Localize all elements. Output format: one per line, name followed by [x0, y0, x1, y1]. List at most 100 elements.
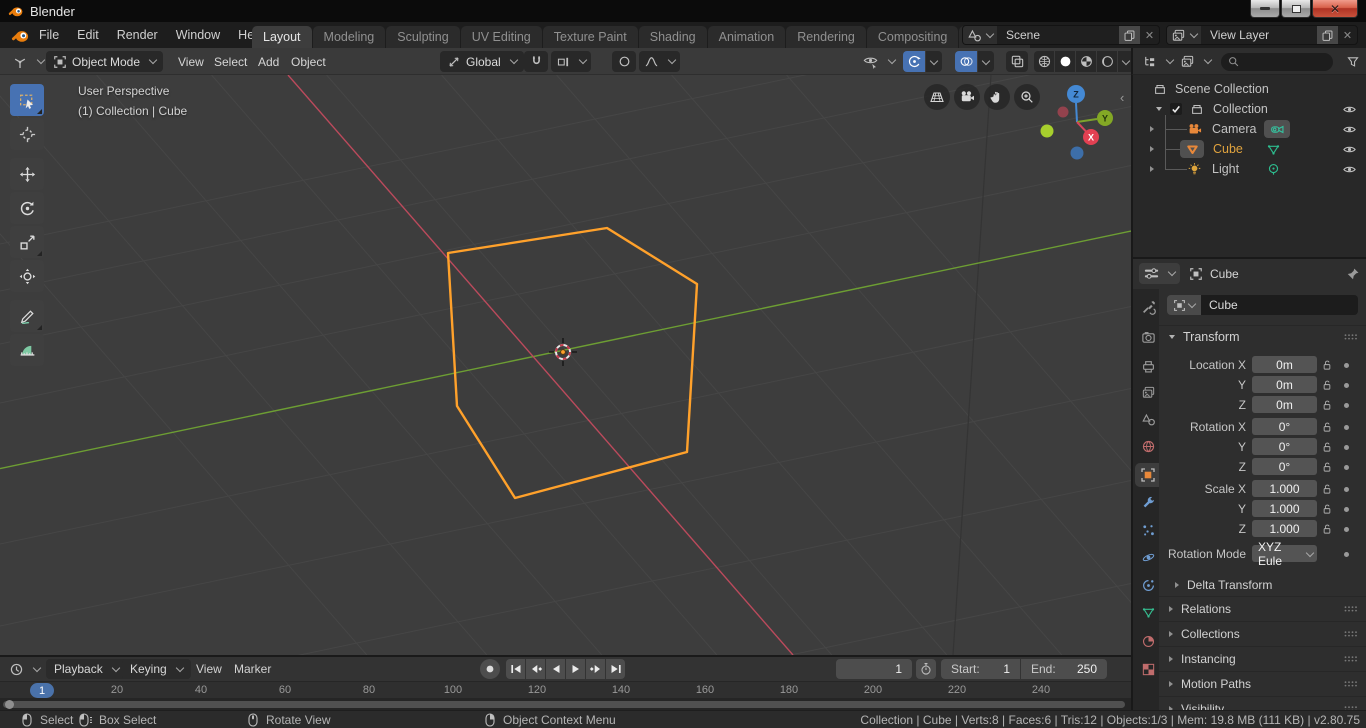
view-layer-name[interactable]: View Layer: [1201, 26, 1317, 44]
object-name-field[interactable]: Cube: [1201, 295, 1358, 315]
outliner-panel[interactable]: Scene Collection Collection Camera Cube: [1131, 75, 1366, 257]
tab-object[interactable]: [1135, 463, 1161, 487]
animate-dot[interactable]: [1344, 362, 1349, 368]
tab-texture-paint[interactable]: Texture Paint: [542, 26, 638, 48]
minimize-button[interactable]: [1250, 0, 1280, 18]
playback-menu[interactable]: Playback: [46, 659, 127, 679]
animate-dot[interactable]: [1344, 402, 1349, 408]
xray-toggle[interactable]: [1006, 51, 1028, 72]
timeline-scrollbar[interactable]: [0, 698, 1131, 710]
tab-render[interactable]: [1136, 325, 1161, 349]
drag-grip-icon[interactable]: [1344, 606, 1358, 612]
snap-settings-dropdown[interactable]: [551, 51, 591, 72]
animate-dot[interactable]: [1344, 424, 1349, 430]
animate-dot[interactable]: [1344, 526, 1349, 532]
scrollbar-knob[interactable]: [5, 699, 14, 709]
keying-menu[interactable]: Keying: [122, 659, 191, 679]
tool-scale[interactable]: [10, 226, 44, 258]
animate-dot[interactable]: [1344, 464, 1349, 470]
relations-panel[interactable]: Relations: [1159, 596, 1366, 621]
outliner-row-collection[interactable]: Collection: [1133, 99, 1366, 119]
lock-icon[interactable]: [1321, 399, 1333, 411]
navigation-gizmo[interactable]: Z Y X: [1037, 82, 1117, 162]
menu-file[interactable]: File: [30, 28, 68, 42]
lock-icon[interactable]: [1321, 441, 1333, 453]
outliner-search-input[interactable]: [1221, 52, 1333, 71]
gizmo-dropdown[interactable]: [926, 51, 942, 72]
shading-wireframe-button[interactable]: [1034, 51, 1054, 72]
pin-icon[interactable]: [1346, 267, 1360, 281]
tab-view-layer[interactable]: [1136, 380, 1161, 404]
camera-view-button[interactable]: [954, 84, 980, 110]
outliner-row-camera[interactable]: Camera: [1133, 119, 1366, 139]
shading-solid-button[interactable]: [1055, 51, 1075, 72]
show-gizmo-toggle[interactable]: [903, 51, 925, 72]
tab-modeling[interactable]: Modeling: [312, 26, 386, 48]
transform-panel-header[interactable]: Transform: [1159, 325, 1366, 347]
animate-dot[interactable]: [1344, 382, 1349, 388]
jump-to-start-button[interactable]: [506, 659, 525, 679]
rotation-x-field[interactable]: 0°: [1252, 418, 1317, 435]
animate-dot[interactable]: [1344, 551, 1349, 557]
tab-physics[interactable]: [1136, 545, 1161, 569]
tab-material[interactable]: [1136, 629, 1161, 653]
tab-scene[interactable]: [1136, 407, 1161, 431]
instancing-panel[interactable]: Instancing: [1159, 646, 1366, 671]
view-layer-selector[interactable]: View Layer ✕: [1166, 25, 1358, 45]
frame-start-field[interactable]: Start: 1: [941, 659, 1020, 679]
tool-annotate[interactable]: [10, 300, 44, 332]
id-type-dropdown[interactable]: [1167, 295, 1201, 315]
visibility-panel[interactable]: Visibility: [1159, 696, 1366, 710]
outliner-row-cube[interactable]: Cube: [1133, 139, 1366, 159]
auto-keying-button[interactable]: [480, 659, 500, 679]
tool-cursor[interactable]: [10, 118, 44, 150]
toggle-perspective-button[interactable]: [924, 84, 950, 110]
timeline-ruler[interactable]: 20 40 60 80 100 120 140 160 180 200 220 …: [0, 681, 1131, 698]
camera-data-chip[interactable]: [1264, 120, 1290, 138]
expand-icon[interactable]: [1150, 126, 1154, 132]
gizmo-neg-x[interactable]: [1057, 106, 1069, 118]
tab-texture[interactable]: [1136, 657, 1161, 681]
tool-transform[interactable]: [10, 260, 44, 292]
scale-z-field[interactable]: 1.000: [1252, 520, 1317, 537]
outliner-row-scene-collection[interactable]: Scene Collection: [1133, 79, 1366, 99]
new-scene-button[interactable]: [1119, 26, 1140, 44]
tool-move[interactable]: [10, 158, 44, 190]
title-bar[interactable]: Blender ✕: [0, 0, 1366, 22]
rotation-y-field[interactable]: 0°: [1252, 438, 1317, 455]
hide-eye-icon[interactable]: [1342, 142, 1357, 157]
collections-panel[interactable]: Collections: [1159, 621, 1366, 646]
animate-dot[interactable]: [1344, 506, 1349, 512]
rotation-z-field[interactable]: 0°: [1252, 458, 1317, 475]
menu-render[interactable]: Render: [108, 28, 167, 42]
tab-constraints[interactable]: [1136, 573, 1161, 597]
timeline-marker-menu[interactable]: Marker: [226, 659, 279, 679]
drag-grip-icon[interactable]: [1344, 681, 1358, 687]
lock-icon[interactable]: [1321, 421, 1333, 433]
shading-rendered-button[interactable]: [1097, 51, 1117, 72]
location-z-field[interactable]: 0m: [1252, 396, 1317, 413]
remove-view-layer-button[interactable]: ✕: [1338, 26, 1357, 44]
tab-tool[interactable]: [1136, 295, 1161, 319]
tab-world[interactable]: [1136, 434, 1161, 458]
menu-select[interactable]: Select: [206, 51, 255, 72]
region-collapse-icon[interactable]: ‹: [1120, 90, 1124, 105]
next-keyframe-button[interactable]: [586, 659, 605, 679]
timeline-view-menu[interactable]: View: [188, 659, 230, 679]
proportional-falloff-dropdown[interactable]: [639, 51, 680, 72]
close-button[interactable]: ✕: [1312, 0, 1358, 18]
tab-object-data[interactable]: [1136, 600, 1161, 624]
tab-compositing[interactable]: Compositing: [866, 26, 959, 48]
delta-transform-panel[interactable]: Delta Transform: [1159, 575, 1366, 595]
mode-dropdown[interactable]: Object Mode: [46, 51, 164, 72]
viewport-canvas[interactable]: [0, 75, 1131, 655]
expand-icon[interactable]: [1150, 146, 1154, 152]
drag-grip-icon[interactable]: [1344, 631, 1358, 637]
lock-icon[interactable]: [1321, 461, 1333, 473]
scene-name[interactable]: Scene: [997, 26, 1119, 44]
rotation-mode-dropdown[interactable]: XYZ Eule: [1252, 540, 1317, 568]
lock-icon[interactable]: [1321, 503, 1333, 515]
drag-grip-icon[interactable]: [1344, 334, 1358, 340]
prev-keyframe-button[interactable]: [526, 659, 545, 679]
scale-y-field[interactable]: 1.000: [1252, 500, 1317, 517]
